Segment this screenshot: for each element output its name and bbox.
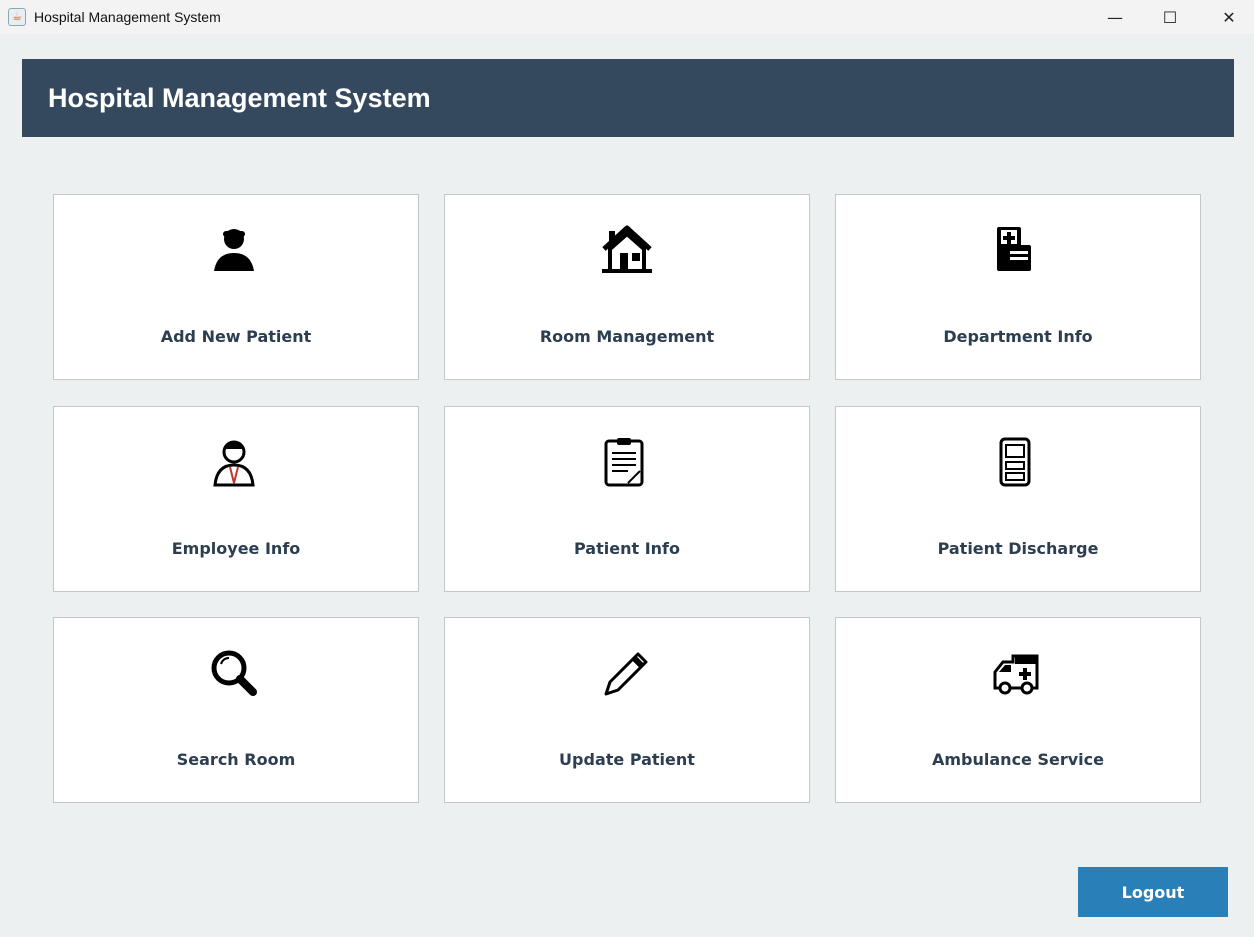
card-add-new-patient[interactable]: Add New Patient	[53, 194, 419, 380]
header-banner: Hospital Management System	[22, 59, 1234, 137]
minimize-button[interactable]: —	[1092, 0, 1138, 34]
page-title: Hospital Management System	[48, 82, 431, 113]
card-label: Department Info	[943, 327, 1093, 346]
clipboard-icon	[604, 438, 644, 487]
card-employee-info[interactable]: Employee Info	[53, 406, 419, 592]
card-label: Search Room	[176, 750, 296, 769]
card-label: Room Management	[539, 327, 715, 346]
card-label: Patient Info	[574, 539, 680, 558]
house-icon	[602, 225, 652, 273]
title-bar: ☕ Hospital Management System — ☐ ✕	[0, 0, 1254, 34]
card-ambulance-service[interactable]: Ambulance Service	[835, 617, 1201, 803]
card-patient-discharge[interactable]: Patient Discharge	[835, 406, 1201, 592]
doctor-icon	[213, 440, 255, 487]
card-room-management[interactable]: Room Management	[444, 194, 810, 380]
java-app-icon: ☕	[8, 8, 26, 26]
ambulance-icon	[993, 654, 1039, 695]
magnifier-icon	[211, 650, 257, 696]
card-update-patient[interactable]: Update Patient	[444, 617, 810, 803]
logout-button[interactable]: Logout	[1078, 867, 1228, 917]
card-patient-info[interactable]: Patient Info	[444, 406, 810, 592]
maximize-button[interactable]: ☐	[1147, 0, 1193, 34]
card-department-info[interactable]: Department Info	[835, 194, 1201, 380]
card-label: Ambulance Service	[932, 750, 1104, 769]
card-label: Update Patient	[559, 750, 695, 769]
card-label: Add New Patient	[160, 327, 312, 346]
card-search-room[interactable]: Search Room	[53, 617, 419, 803]
close-button[interactable]: ✕	[1206, 0, 1252, 34]
pencil-icon	[604, 652, 648, 696]
person-icon	[214, 229, 254, 271]
door-icon	[999, 437, 1031, 487]
window-title: Hospital Management System	[34, 9, 221, 25]
card-label: Patient Discharge	[937, 539, 1099, 558]
hospital-building-icon	[997, 227, 1031, 271]
card-label: Employee Info	[171, 539, 301, 558]
